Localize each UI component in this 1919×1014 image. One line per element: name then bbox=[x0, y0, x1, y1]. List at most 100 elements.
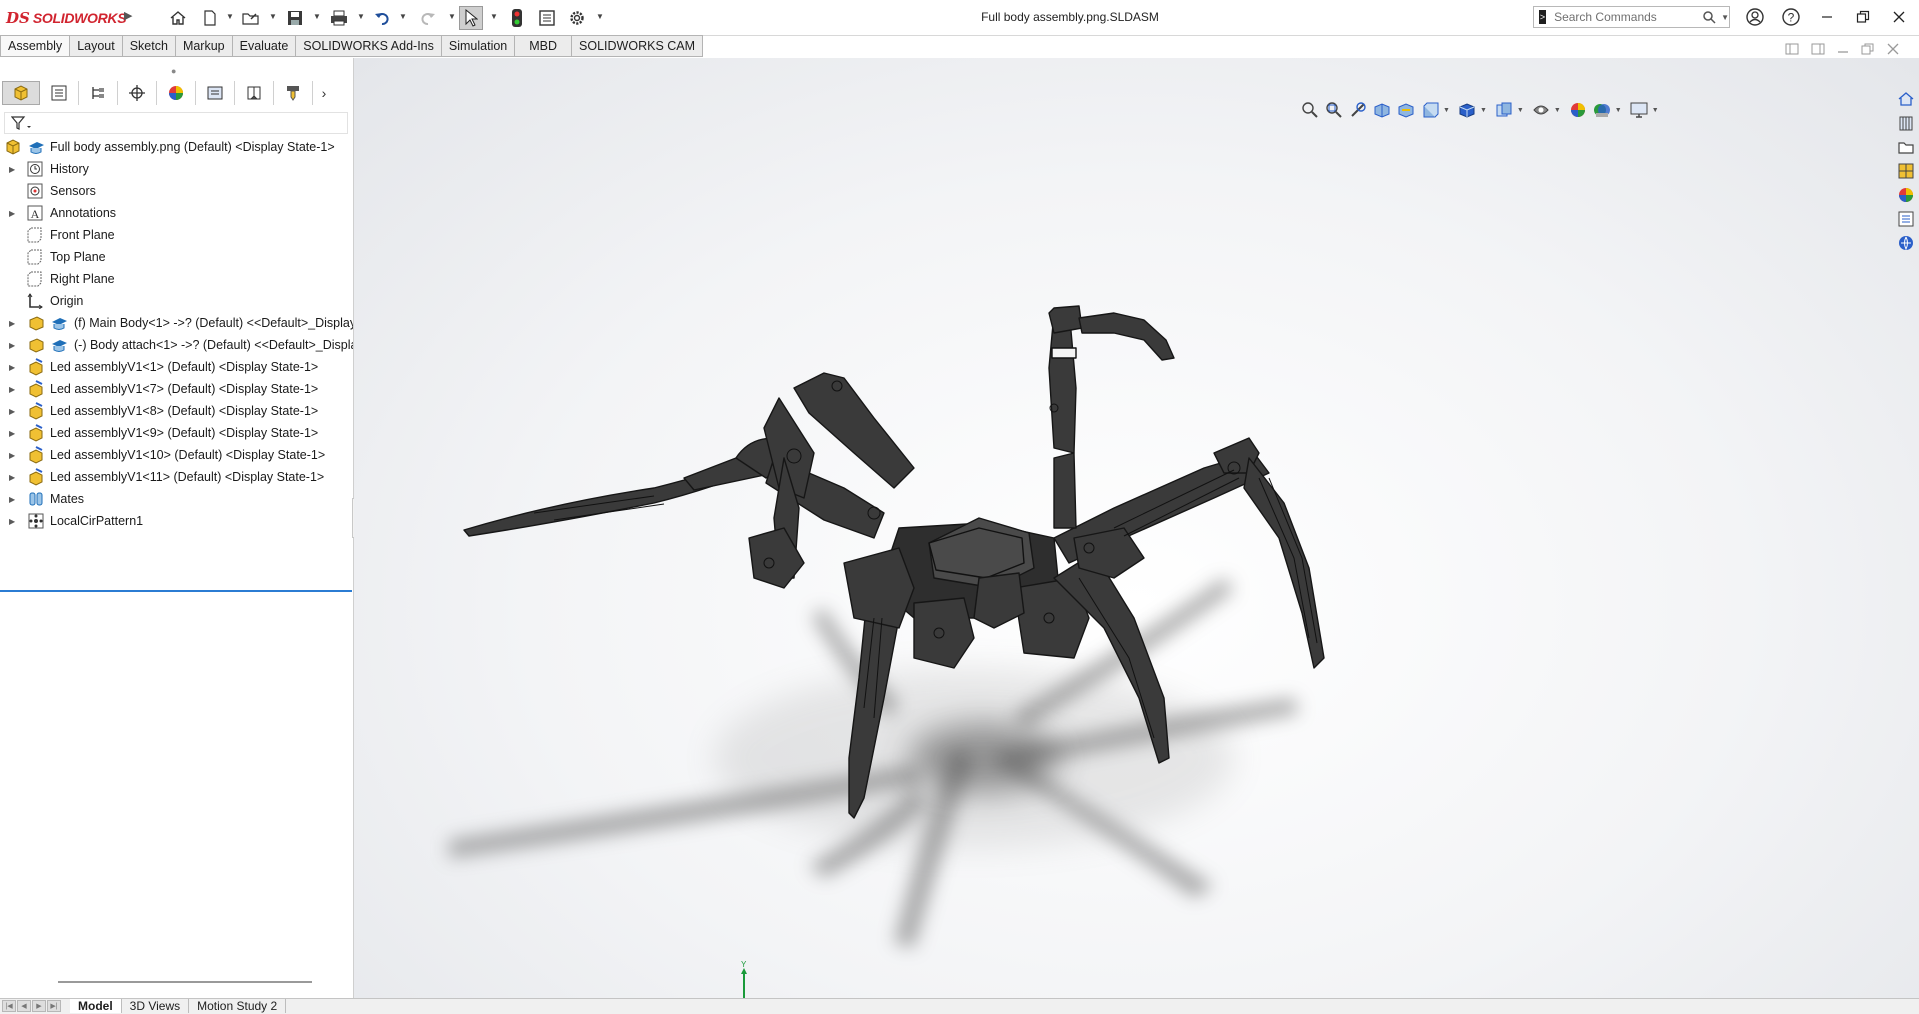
tab-model[interactable]: Model bbox=[70, 999, 122, 1013]
viewport-restore-icon[interactable] bbox=[1861, 43, 1875, 55]
select-cursor-icon[interactable] bbox=[459, 6, 483, 30]
print-dropdown-icon[interactable]: ▼ bbox=[357, 12, 365, 21]
tab-sketch[interactable]: Sketch bbox=[122, 35, 176, 57]
tree-item-annotations[interactable]: ▶ A Annotations bbox=[0, 202, 353, 224]
user-account-icon[interactable] bbox=[1740, 4, 1770, 30]
expand-arrow-icon[interactable]: ▶ bbox=[9, 429, 17, 438]
expand-arrow-icon[interactable]: ▶ bbox=[9, 385, 17, 394]
hide-show-dropdown-icon[interactable]: ▼ bbox=[1517, 107, 1524, 114]
view-settings-dropdown-icon[interactable]: ▼ bbox=[1615, 107, 1622, 114]
tab-assembly[interactable]: Assembly bbox=[0, 35, 71, 57]
tab-solidworks-add-ins[interactable]: SOLIDWORKS Add-Ins bbox=[296, 35, 442, 57]
minimize-window-icon[interactable] bbox=[1812, 4, 1842, 30]
rollback-bar[interactable] bbox=[0, 590, 352, 592]
open-dropdown-icon[interactable]: ▼ bbox=[269, 12, 277, 21]
tree-item-main-body[interactable]: ▶ (f) Main Body<1> ->? (Default) <<Defau… bbox=[0, 312, 353, 334]
tree-item-led-assembly-8[interactable]: ▶ Led assemblyV1<8> (Default) <Display S… bbox=[0, 400, 353, 422]
view-orientation-dropdown-icon[interactable]: ▼ bbox=[1443, 107, 1450, 114]
tree-item-right-plane[interactable]: Right Plane bbox=[0, 268, 353, 290]
tree-item-led-assembly-10[interactable]: ▶ Led assemblyV1<10> (Default) <Display … bbox=[0, 444, 353, 466]
section-view-icon[interactable] bbox=[1371, 100, 1393, 120]
expand-arrow-icon[interactable]: ▶ bbox=[9, 341, 17, 350]
displaymanager-icon[interactable] bbox=[157, 81, 196, 105]
print-icon[interactable] bbox=[327, 6, 351, 30]
display-settings-dropdown-icon[interactable]: ▼ bbox=[1652, 107, 1659, 114]
tab-mbd[interactable]: MBD bbox=[515, 35, 573, 57]
dimxpertmanager-icon[interactable] bbox=[118, 81, 157, 105]
tree-item-led-assembly-7[interactable]: ▶ Led assemblyV1<7> (Default) <Display S… bbox=[0, 378, 353, 400]
horizontal-scrollbar[interactable] bbox=[58, 981, 312, 983]
search-icon[interactable] bbox=[1702, 10, 1716, 24]
options-gear-icon[interactable] bbox=[565, 6, 589, 30]
tree-item-front-plane[interactable]: Front Plane bbox=[0, 224, 353, 246]
expand-arrow-icon[interactable]: ▶ bbox=[9, 473, 17, 482]
previous-tab-arrow-icon[interactable]: ◀ bbox=[17, 1000, 31, 1012]
menu-expand-arrow-icon[interactable]: ▶ bbox=[124, 9, 132, 22]
view-palette-icon[interactable] bbox=[1895, 160, 1917, 182]
expand-arrow-icon[interactable]: ▶ bbox=[9, 451, 17, 460]
previous-view-icon[interactable] bbox=[1347, 100, 1369, 120]
expand-arrow-icon[interactable]: ▶ bbox=[9, 209, 17, 218]
configurationmanager-icon[interactable] bbox=[79, 81, 118, 105]
file-explorer-icon[interactable] bbox=[1895, 136, 1917, 158]
redo-dropdown-icon[interactable]: ▼ bbox=[448, 12, 456, 21]
first-tab-arrow-icon[interactable]: |◀ bbox=[2, 1000, 16, 1012]
tab-markup[interactable]: Markup bbox=[175, 35, 233, 57]
tab-motion-study-2[interactable]: Motion Study 2 bbox=[189, 999, 287, 1013]
zoom-to-fit-icon[interactable] bbox=[1299, 100, 1321, 120]
tile-right-icon[interactable] bbox=[1811, 43, 1825, 55]
filter-funnel-icon[interactable] bbox=[11, 115, 33, 131]
last-tab-arrow-icon[interactable]: ▶| bbox=[47, 1000, 61, 1012]
tab-evaluate[interactable]: Evaluate bbox=[232, 35, 297, 57]
propertymanager-icon[interactable] bbox=[40, 81, 79, 105]
graphics-area[interactable]: ▼ ▼ ▼ ▼ ▼ ▼ Y X Z bbox=[354, 58, 1919, 998]
view-settings-icon[interactable] bbox=[1591, 100, 1613, 120]
tree-filter[interactable] bbox=[4, 112, 348, 134]
tree-item-history[interactable]: ▶ History bbox=[0, 158, 353, 180]
tab-3d-views[interactable]: 3D Views bbox=[122, 999, 190, 1013]
display-style-dropdown-icon[interactable]: ▼ bbox=[1480, 107, 1487, 114]
help-icon[interactable]: ? bbox=[1776, 4, 1806, 30]
hexapod-robot-model[interactable] bbox=[354, 58, 1919, 998]
rebuild-icon[interactable] bbox=[505, 6, 529, 30]
redo-icon[interactable] bbox=[415, 6, 439, 30]
appearance-dropdown-icon[interactable]: ▼ bbox=[1554, 107, 1561, 114]
edit-appearance-icon[interactable] bbox=[1530, 100, 1552, 120]
tab-layout[interactable]: Layout bbox=[70, 35, 123, 57]
appearances-scenes-icon[interactable] bbox=[1895, 184, 1917, 206]
cam-tool-tree-icon[interactable] bbox=[274, 81, 313, 105]
expand-arrow-icon[interactable]: ▶ bbox=[9, 407, 17, 416]
more-tabs-chevron-icon[interactable]: › bbox=[313, 85, 335, 101]
tab-solidworks-cam[interactable]: SOLIDWORKS CAM bbox=[572, 35, 704, 57]
options-dropdown-icon[interactable]: ▼ bbox=[596, 12, 604, 21]
custom-properties-icon[interactable] bbox=[1895, 208, 1917, 230]
expand-arrow-icon[interactable]: ▶ bbox=[9, 495, 17, 504]
search-commands-box[interactable]: > ▼ bbox=[1533, 6, 1730, 28]
zoom-to-area-icon[interactable] bbox=[1323, 100, 1345, 120]
dynamic-annotation-icon[interactable] bbox=[1395, 100, 1417, 120]
tree-item-origin[interactable]: Origin bbox=[0, 290, 353, 312]
tree-item-sensors[interactable]: Sensors bbox=[0, 180, 353, 202]
apply-scene-icon[interactable] bbox=[1567, 100, 1589, 120]
expand-arrow-icon[interactable]: ▶ bbox=[9, 165, 17, 174]
search-commands-input[interactable] bbox=[1552, 9, 1697, 25]
view-orientation-icon[interactable] bbox=[1419, 100, 1441, 120]
cam-operation-tree-icon[interactable] bbox=[235, 81, 274, 105]
solidworks-forum-icon[interactable] bbox=[1895, 232, 1917, 254]
select-dropdown-icon[interactable]: ▼ bbox=[490, 12, 498, 21]
design-library-icon[interactable] bbox=[1895, 112, 1917, 134]
tree-item-led-assembly-9[interactable]: ▶ Led assemblyV1<9> (Default) <Display S… bbox=[0, 422, 353, 444]
close-window-icon[interactable] bbox=[1884, 4, 1914, 30]
tree-item-led-assembly-11[interactable]: ▶ Led assemblyV1<11> (Default) <Display … bbox=[0, 466, 353, 488]
expand-arrow-icon[interactable]: ▶ bbox=[9, 363, 17, 372]
undo-icon[interactable] bbox=[371, 6, 395, 30]
display-style-icon[interactable] bbox=[1456, 100, 1478, 120]
next-tab-arrow-icon[interactable]: ▶ bbox=[32, 1000, 46, 1012]
tree-item-top-plane[interactable]: Top Plane bbox=[0, 246, 353, 268]
new-dropdown-icon[interactable]: ▼ bbox=[226, 12, 234, 21]
reference-triad[interactable]: Y X Z bbox=[732, 958, 792, 998]
hide-show-items-icon[interactable] bbox=[1493, 100, 1515, 120]
file-properties-icon[interactable] bbox=[535, 6, 559, 30]
tree-item-local-cir-pattern[interactable]: ▶ LocalCirPattern1 bbox=[0, 510, 353, 532]
solidworks-logo[interactable]: DS SOLIDWORKS bbox=[6, 7, 127, 29]
